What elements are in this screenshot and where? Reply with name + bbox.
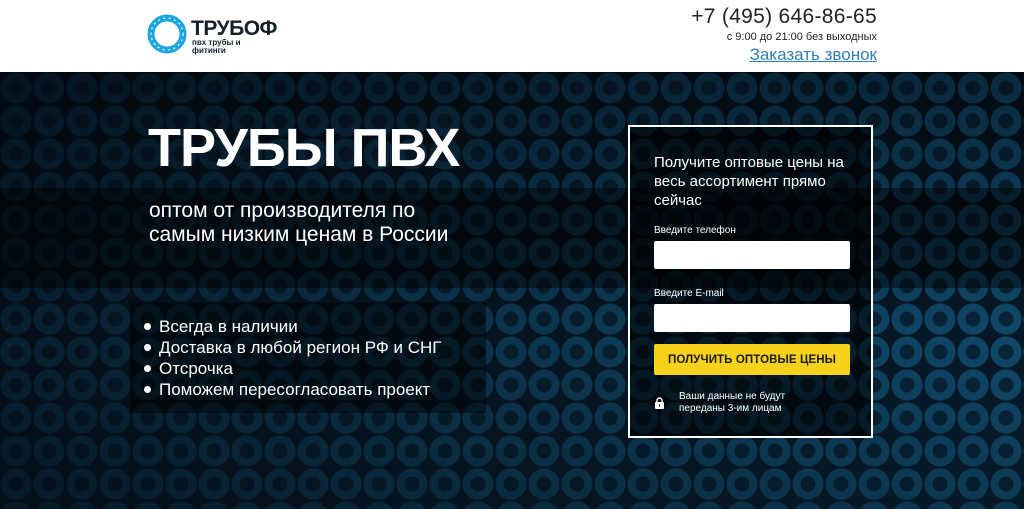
bullet-icon — [144, 365, 151, 372]
wholesale-price-form: Получите оптовые цены на весь ассортимен… — [628, 125, 873, 438]
benefit-item: Поможем пересогласовать проект — [140, 379, 442, 400]
phone-input[interactable] — [654, 241, 850, 269]
callback-link[interactable]: Заказать звонок — [750, 45, 877, 65]
logo-subtitle: пвх трубы и фитинги — [192, 38, 241, 55]
logo[interactable]: ТРУБОФ пвх трубы и фитинги — [147, 14, 297, 56]
benefit-text: Поможем пересогласовать проект — [159, 380, 431, 399]
get-prices-button[interactable]: ПОЛУЧИТЬ ОПТОВЫЕ ЦЕНЫ — [654, 344, 850, 375]
bullet-icon — [144, 323, 151, 330]
benefit-item: Доставка в любой регион РФ и СНГ — [140, 337, 442, 358]
site-header: ТРУБОФ пвх трубы и фитинги +7 (495) 646-… — [0, 0, 1024, 72]
benefit-text: Всегда в наличии — [159, 317, 298, 336]
benefit-item: Всегда в наличии — [140, 316, 442, 337]
logo-title: ТРУБОФ — [191, 17, 277, 40]
contacts: +7 (495) 646-86-65 с 9:00 до 21:00 без в… — [691, 5, 877, 65]
working-hours: с 9:00 до 21:00 без выходных — [726, 31, 877, 43]
ring-logo-icon — [147, 14, 187, 54]
privacy-text: Ваши данные не будут переданы 3-им лицам — [679, 391, 786, 414]
hero-title: ТРУБЫ ПВХ — [148, 118, 460, 178]
email-input[interactable] — [654, 304, 850, 332]
hero-section: ТРУБЫ ПВХ оптом от производителя по самы… — [0, 72, 1024, 509]
hero-subtitle: оптом от производителя по самым низким ц… — [149, 199, 449, 246]
bullet-icon — [144, 344, 151, 351]
email-label: Введите E-mail — [654, 288, 724, 299]
form-heading: Получите оптовые цены на весь ассортимен… — [654, 154, 844, 209]
lock-icon — [655, 397, 664, 409]
phone-label: Введите телефон — [654, 225, 736, 236]
bullet-icon — [144, 386, 151, 393]
benefit-text: Отсрочка — [159, 359, 233, 378]
phone-number[interactable]: +7 (495) 646-86-65 — [691, 5, 877, 29]
privacy-note: Ваши данные не будут переданы 3-им лицам — [654, 391, 854, 421]
benefit-text: Доставка в любой регион РФ и СНГ — [159, 338, 442, 357]
benefits-list: Всегда в наличии Доставка в любой регион… — [140, 316, 442, 400]
benefit-item: Отсрочка — [140, 358, 442, 379]
